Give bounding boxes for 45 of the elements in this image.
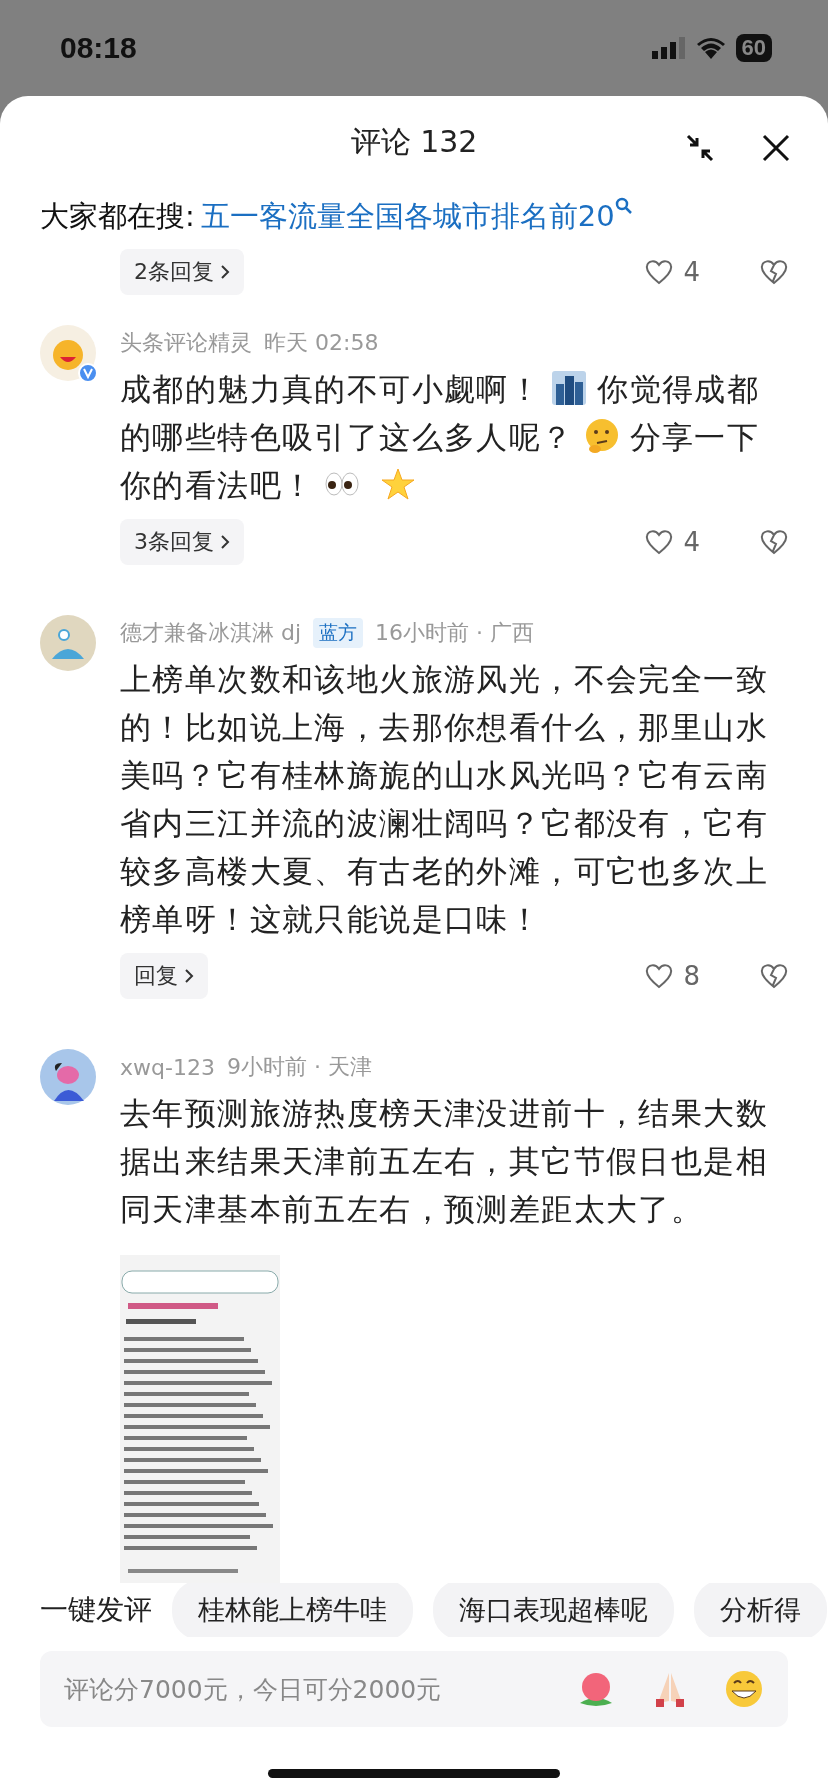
heart-icon: [645, 529, 674, 556]
comment-text: 上榜单次数和该地火旅游风光，不会完全一致的！比如说上海，去那你想看什么，那里山水美吗？它有桂林旖旎的山水风光吗？它有云南省内三江并流的波澜壮阔吗？它都没有，它有较多高楼大夏、有古老的外滩，可它也多次上榜单呀！这就只能说是口味！: [120, 660, 769, 940]
search-icon: [614, 197, 633, 216]
wifi-icon: [695, 37, 726, 59]
replies-button[interactable]: 回复: [120, 953, 208, 1000]
comment-meta: 16小时前 · 广西: [375, 619, 535, 648]
star-icon: [380, 466, 417, 503]
collapse-icon[interactable]: [684, 132, 716, 164]
broken-heart-icon[interactable]: [760, 259, 788, 286]
heart-icon: [645, 963, 674, 990]
author-name[interactable]: 德才兼备冰淇淋 dj: [120, 618, 302, 649]
replies-button[interactable]: 2条回复: [120, 249, 244, 296]
battery-level: 60: [735, 34, 772, 62]
search-link[interactable]: 五一客流量全国各城市排名前20: [200, 197, 633, 238]
avatar[interactable]: [40, 325, 96, 382]
cityscape-icon: [551, 370, 588, 407]
like-button[interactable]: 4: [645, 527, 700, 558]
heart-icon: [645, 259, 674, 286]
like-button[interactable]: 8: [645, 961, 700, 992]
avatar[interactable]: [40, 615, 96, 672]
thinking-face-icon: [583, 418, 620, 455]
replies-button[interactable]: 3条回复: [120, 519, 244, 566]
comment-meta: 9小时前 · 天津: [226, 1053, 372, 1082]
chevron-icon: [184, 968, 194, 985]
comment-meta: 昨天 02:58: [264, 329, 379, 358]
broken-heart-icon[interactable]: [760, 963, 788, 990]
team-tag: 蓝方: [313, 618, 364, 649]
quick-reply-chip[interactable]: 海口表现超棒呢: [433, 1583, 674, 1638]
close-icon[interactable]: [760, 132, 792, 164]
signal-icon: [651, 37, 686, 59]
chevron-icon: [220, 264, 230, 281]
comment-text: 去年预测旅游热度榜天津没进前十，结果大数据出来结果天津前五左右，其它节假日也是相同天津基本前五左右，预测差距太大了。: [120, 1094, 769, 1230]
chevron-icon: [220, 534, 230, 551]
comment-text: 成都的魅力真的不可小觑啊！ 你觉得成都的哪些特色吸引了这么多人呢？ 分享一下你的看法吧！: [120, 369, 761, 506]
quick-reply-label: 一键发评: [40, 1592, 152, 1629]
search-label: 大家都在搜:: [40, 198, 195, 236]
status-time: 08:18: [60, 31, 137, 65]
grinning-face-icon[interactable]: [724, 1669, 764, 1710]
header-title: 评论 132: [350, 123, 478, 162]
quick-reply-chip[interactable]: 桂林能上榜牛哇: [172, 1583, 413, 1638]
quick-reply-chip[interactable]: 分析得: [694, 1583, 827, 1638]
like-button[interactable]: 4: [645, 257, 700, 288]
broken-heart-icon[interactable]: [760, 529, 788, 556]
avatar[interactable]: [40, 1049, 96, 1106]
comment-input[interactable]: 评论分7000元，今日可分2000元: [40, 1651, 788, 1728]
